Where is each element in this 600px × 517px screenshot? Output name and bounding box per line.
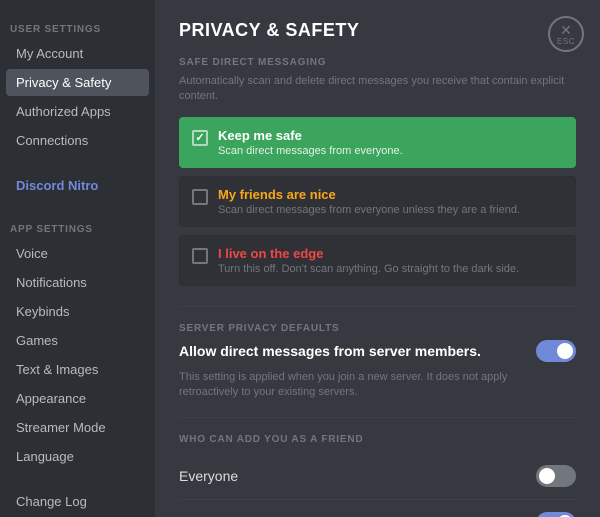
- dm-option-friends-title: My friends are nice: [218, 187, 520, 202]
- dm-option-edge-subtitle: Turn this off. Don't scan anything. Go s…: [218, 263, 519, 275]
- divider-2: [179, 417, 576, 418]
- close-esc-label: ESC: [557, 37, 575, 46]
- dm-option-friends-text: My friends are nice Scan direct messages…: [218, 187, 520, 216]
- close-button[interactable]: ✕ ESC: [548, 16, 584, 52]
- sidebar-item-appearance[interactable]: Appearance: [6, 385, 149, 412]
- divider-1: [179, 306, 576, 307]
- server-privacy-toggle-desc: This setting is applied when you join a …: [179, 370, 519, 401]
- dm-option-live-edge[interactable]: I live on the edge Turn this off. Don't …: [179, 235, 576, 286]
- checkbox-live-edge: [192, 248, 208, 264]
- dm-option-edge-text: I live on the edge Turn this off. Don't …: [218, 246, 519, 275]
- sidebar-item-voice[interactable]: Voice: [6, 240, 149, 267]
- friend-option-friends-of-friends: Friends of Friends: [179, 500, 576, 517]
- checkbox-friends-nice: [192, 189, 208, 205]
- server-privacy-toggle[interactable]: [536, 340, 576, 362]
- dm-option-edge-title: I live on the edge: [218, 246, 519, 261]
- who-can-add-label: WHO CAN ADD YOU AS A FRIEND: [179, 434, 576, 445]
- friend-toggle-everyone[interactable]: [536, 465, 576, 487]
- safe-dm-section-label: SAFE DIRECT MESSAGING: [179, 57, 576, 68]
- close-x-icon: ✕: [560, 23, 572, 37]
- sidebar-item-games[interactable]: Games: [6, 327, 149, 354]
- checkbox-keep-safe: ✓: [192, 130, 208, 146]
- dm-options: ✓ Keep me safe Scan direct messages from…: [179, 117, 576, 286]
- friend-toggle-everyone-knob: [539, 468, 555, 484]
- sidebar: USER SETTINGS My Account Privacy & Safet…: [0, 0, 155, 517]
- server-privacy-toggle-title: Allow direct messages from server member…: [179, 343, 481, 359]
- friend-toggle-fof[interactable]: [536, 512, 576, 517]
- sidebar-item-privacy-safety[interactable]: Privacy & Safety: [6, 69, 149, 96]
- dm-option-keep-safe-subtitle: Scan direct messages from everyone.: [218, 145, 403, 157]
- page-title: Privacy & Safety: [179, 20, 576, 41]
- dm-option-keep-safe-title: Keep me safe: [218, 128, 403, 143]
- dm-option-keep-safe[interactable]: ✓ Keep me safe Scan direct messages from…: [179, 117, 576, 168]
- dm-option-keep-safe-text: Keep me safe Scan direct messages from e…: [218, 128, 403, 157]
- sidebar-item-discord-nitro[interactable]: Discord Nitro: [6, 172, 149, 199]
- user-settings-label: USER SETTINGS: [0, 16, 155, 39]
- safe-dm-desc: Automatically scan and delete direct mes…: [179, 74, 576, 105]
- friend-option-everyone-label: Everyone: [179, 468, 238, 484]
- main-content: ✕ ESC Privacy & Safety SAFE DIRECT MESSA…: [155, 0, 600, 517]
- dm-option-friends-subtitle: Scan direct messages from everyone unles…: [218, 204, 520, 216]
- sidebar-item-streamer-mode[interactable]: Streamer Mode: [6, 414, 149, 441]
- app-settings-label: APP SETTINGS: [0, 216, 155, 239]
- sidebar-item-my-account[interactable]: My Account: [6, 40, 149, 67]
- server-privacy-label: SERVER PRIVACY DEFAULTS: [179, 323, 576, 334]
- checkmark-icon: ✓: [195, 131, 204, 144]
- server-privacy-toggle-row: Allow direct messages from server member…: [179, 340, 576, 362]
- server-privacy-toggle-knob: [557, 343, 573, 359]
- dm-option-friends-nice[interactable]: My friends are nice Scan direct messages…: [179, 176, 576, 227]
- friend-option-everyone: Everyone: [179, 453, 576, 500]
- sidebar-item-language[interactable]: Language: [6, 443, 149, 470]
- sidebar-item-notifications[interactable]: Notifications: [6, 269, 149, 296]
- sidebar-item-text-images[interactable]: Text & Images: [6, 356, 149, 383]
- sidebar-item-keybinds[interactable]: Keybinds: [6, 298, 149, 325]
- who-can-add-section: Everyone Friends of Friends Server Membe…: [179, 453, 576, 517]
- sidebar-item-authorized-apps[interactable]: Authorized Apps: [6, 98, 149, 125]
- sidebar-item-connections[interactable]: Connections: [6, 127, 149, 154]
- sidebar-item-change-log[interactable]: Change Log: [6, 488, 149, 515]
